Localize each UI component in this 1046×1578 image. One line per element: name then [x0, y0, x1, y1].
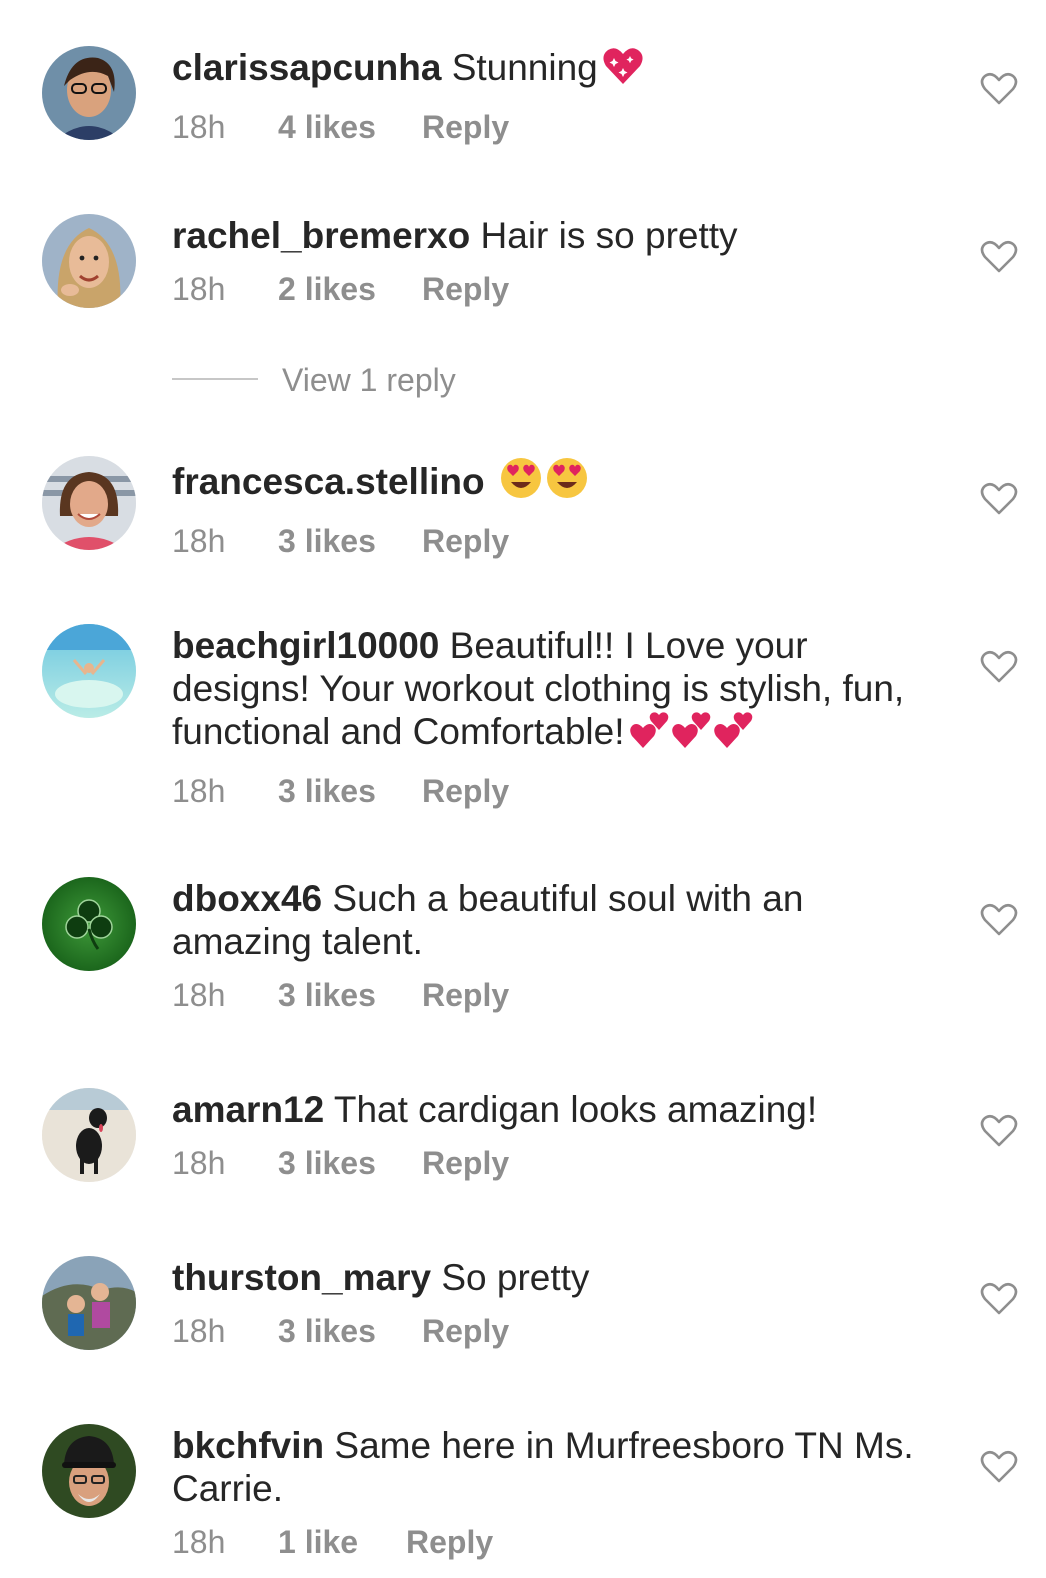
comment-username[interactable]: francesca.stellino: [172, 461, 485, 502]
comment-likes[interactable]: 3 likes: [278, 1311, 376, 1351]
reply-button[interactable]: Reply: [406, 1522, 493, 1562]
like-heart-icon[interactable]: [980, 1282, 1018, 1316]
comment-time: 18h: [172, 1145, 226, 1181]
avatar[interactable]: [42, 456, 136, 550]
comment-likes[interactable]: 2 likes: [278, 269, 376, 309]
avatar[interactable]: [42, 46, 136, 140]
reply-button[interactable]: Reply: [422, 1143, 509, 1183]
comment-likes[interactable]: 3 likes: [278, 521, 376, 561]
comment-username[interactable]: amarn12: [172, 1089, 324, 1130]
comment-username[interactable]: thurston_mary: [172, 1257, 431, 1298]
avatar[interactable]: [42, 1256, 136, 1350]
comment-text: beachgirl10000 Beautiful!! I Love your d…: [172, 624, 942, 759]
divider-line: [172, 378, 258, 380]
comment-time: 18h: [172, 1524, 226, 1560]
comment-text: amarn12 That cardigan looks amazing!: [172, 1088, 942, 1131]
two-hearts-icon: [629, 710, 671, 759]
like-heart-icon[interactable]: [980, 240, 1018, 274]
like-heart-icon[interactable]: [980, 1114, 1018, 1148]
comment-likes[interactable]: 4 likes: [278, 107, 376, 147]
reply-button[interactable]: Reply: [422, 771, 509, 811]
like-heart-icon[interactable]: [980, 650, 1018, 684]
comment-username[interactable]: bkchfvin: [172, 1425, 324, 1466]
sparkling-heart-icon: [602, 46, 644, 95]
comment-username[interactable]: dboxx46: [172, 878, 322, 919]
avatar[interactable]: [42, 1088, 136, 1182]
reply-button[interactable]: Reply: [422, 975, 509, 1015]
reply-button[interactable]: Reply: [422, 269, 509, 309]
comment-time: 18h: [172, 271, 226, 307]
comment-likes[interactable]: 3 likes: [278, 975, 376, 1015]
comment-time: 18h: [172, 977, 226, 1013]
comment-likes[interactable]: 1 like: [278, 1522, 358, 1562]
heart-eyes-icon: [499, 456, 543, 509]
like-heart-icon[interactable]: [980, 482, 1018, 516]
comment-likes[interactable]: 3 likes: [278, 771, 376, 811]
comment-body: Stunning: [451, 47, 598, 88]
comment-text: thurston_mary So pretty: [172, 1256, 942, 1299]
like-heart-icon[interactable]: [980, 1450, 1018, 1484]
comment-body: That cardigan looks amazing!: [333, 1089, 818, 1130]
comment-text: dboxx46 Such a beautiful soul with an am…: [172, 877, 942, 963]
comment-username[interactable]: clarissapcunha: [172, 47, 441, 88]
like-heart-icon[interactable]: [980, 903, 1018, 937]
view-replies-label[interactable]: View 1 reply: [282, 360, 456, 400]
comment-time: 18h: [172, 523, 226, 559]
reply-button[interactable]: Reply: [422, 107, 509, 147]
comment-text: bkchfvin Same here in Murfreesboro TN Ms…: [172, 1424, 942, 1510]
reply-button[interactable]: Reply: [422, 1311, 509, 1351]
comment-text: rachel_bremerxo Hair is so pretty: [172, 214, 942, 257]
comment-likes[interactable]: 3 likes: [278, 1143, 376, 1183]
comment-body: So pretty: [441, 1257, 590, 1298]
comment-time: 18h: [172, 1313, 226, 1349]
comment-body: Hair is so pretty: [480, 215, 738, 256]
comment-text: clarissapcunha Stunning: [172, 46, 942, 95]
avatar[interactable]: [42, 1424, 136, 1518]
like-heart-icon[interactable]: [980, 72, 1018, 106]
avatar[interactable]: [42, 624, 136, 718]
two-hearts-icon: [671, 710, 713, 759]
avatar[interactable]: [42, 877, 136, 971]
comment-text: francesca.stellino: [172, 456, 942, 509]
comment-username[interactable]: rachel_bremerxo: [172, 215, 470, 256]
comment-time: 18h: [172, 109, 226, 145]
comment-time: 18h: [172, 773, 226, 809]
reply-button[interactable]: Reply: [422, 521, 509, 561]
comments-list: clarissapcunha Stunning 18h 4 likes Repl…: [0, 0, 1046, 1578]
heart-eyes-icon: [545, 456, 589, 509]
comment-username[interactable]: beachgirl10000: [172, 625, 439, 666]
two-hearts-icon: [713, 710, 755, 759]
avatar[interactable]: [42, 214, 136, 308]
